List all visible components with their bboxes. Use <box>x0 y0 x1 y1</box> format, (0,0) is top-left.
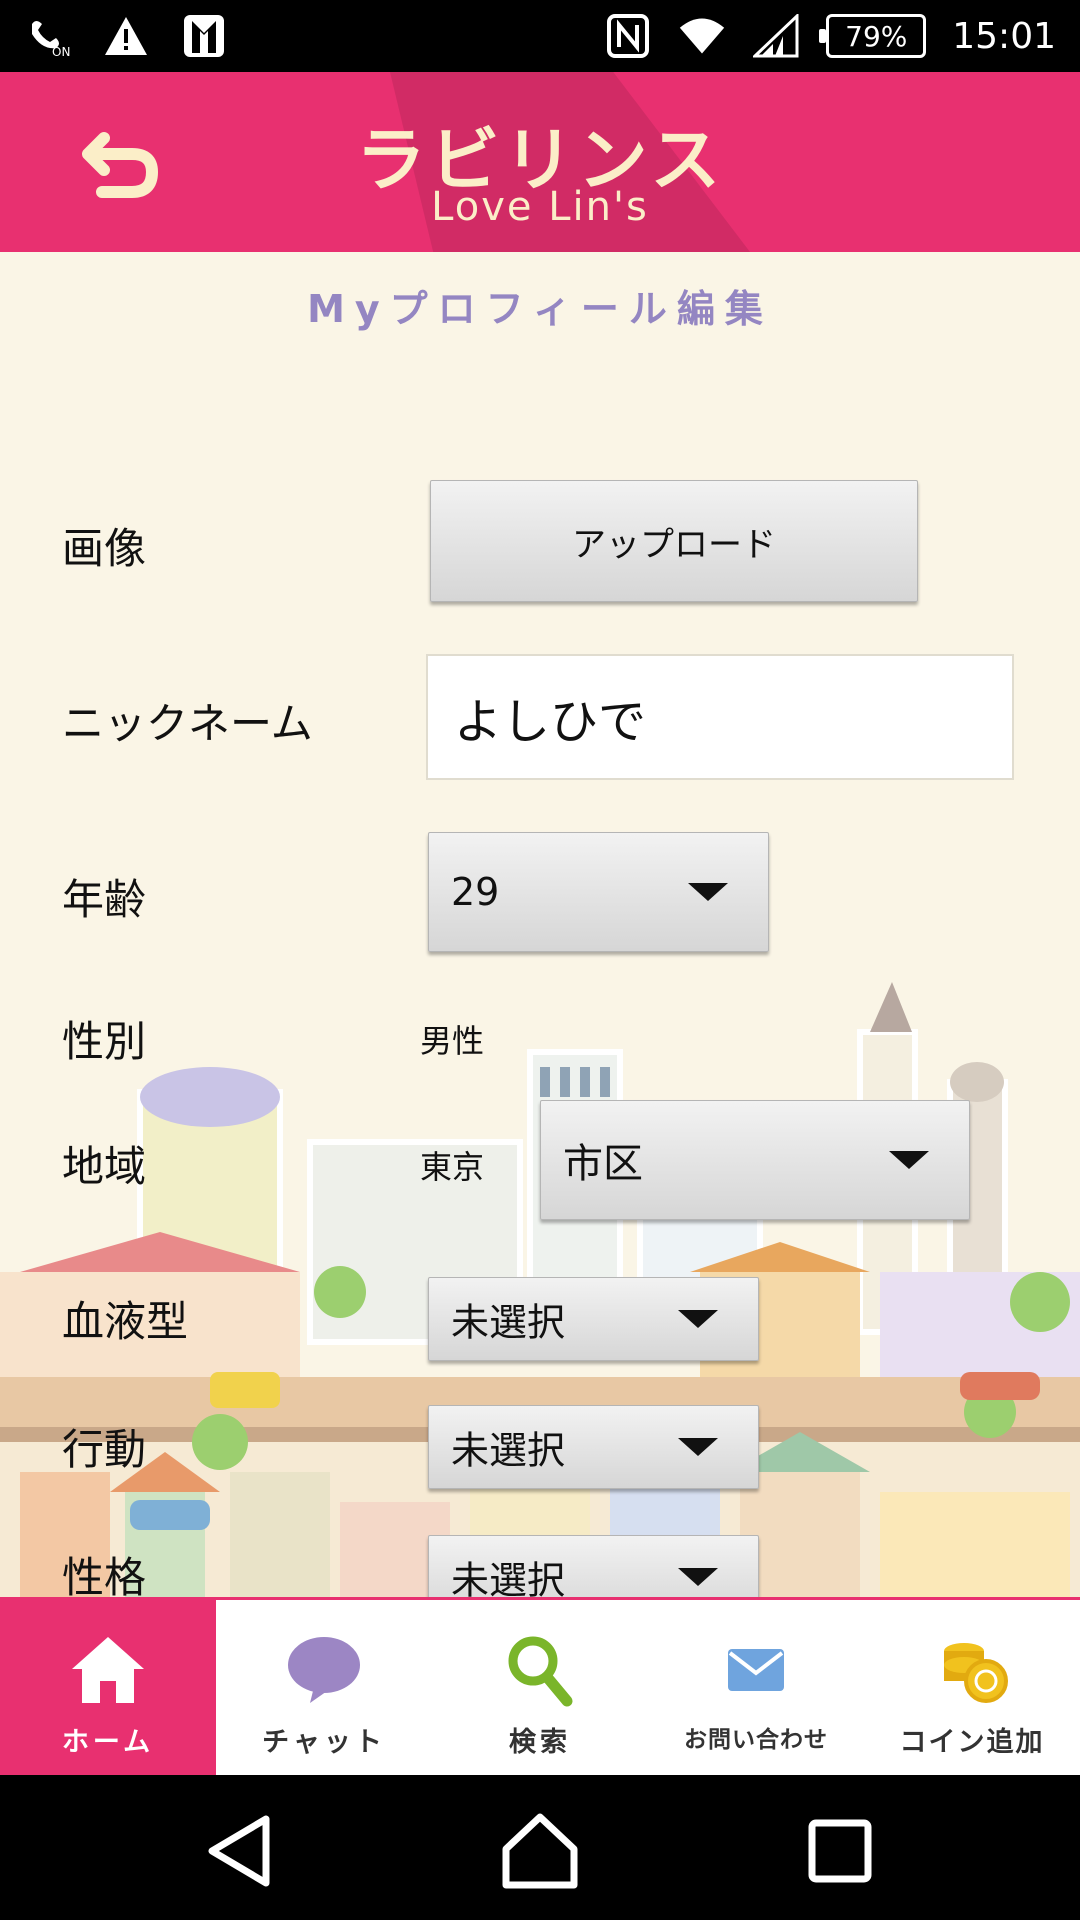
coins-icon <box>934 1630 1010 1710</box>
app-logo-en: Love Lin's <box>431 184 649 230</box>
svg-text:ON: ON <box>52 45 70 58</box>
recents-square-icon[interactable] <box>800 1811 880 1891</box>
blood-type-label: 血液型 <box>62 1297 189 1346</box>
nfc-on-icon: ON <box>24 12 72 60</box>
image-label: 画像 <box>62 524 147 573</box>
mail-icon <box>726 1630 786 1710</box>
nav-add-coins[interactable]: コイン追加 <box>864 1600 1080 1775</box>
search-icon <box>505 1630 575 1710</box>
battery-level: 79% <box>845 19 908 53</box>
upload-button[interactable]: アップロード <box>430 480 918 602</box>
nav-label: ホーム <box>61 1727 155 1758</box>
nav-search[interactable]: 検索 <box>432 1600 648 1775</box>
profile-edit-content: Myプロフィール編集 画像 アップロード ニックネーム よしひで 年齢 29 性… <box>0 252 1080 1597</box>
chevron-down-icon <box>678 1438 718 1456</box>
region-prefecture: 東京 <box>420 1148 485 1186</box>
wifi-icon <box>678 12 726 60</box>
chat-bubble-icon <box>284 1630 364 1710</box>
app-header: ラビリンス Love Lin's <box>0 72 1080 252</box>
page-title: Myプロフィール編集 <box>307 287 773 331</box>
warning-icon <box>102 12 150 60</box>
personality-label: 性格 <box>62 1553 147 1597</box>
gender-value: 男性 <box>420 1022 485 1060</box>
nav-label: 検索 <box>509 1727 571 1758</box>
nfc-icon <box>604 12 652 60</box>
chevron-down-icon <box>678 1310 718 1328</box>
nav-label: お問い合わせ <box>684 1727 828 1753</box>
home-outline-icon[interactable] <box>500 1811 580 1891</box>
status-bar: ON 79% 15:01 <box>0 0 1080 72</box>
behavior-value: 未選択 <box>451 1428 566 1473</box>
region-label: 地域 <box>62 1142 147 1191</box>
chevron-down-icon <box>688 883 728 901</box>
blood-type-select[interactable]: 未選択 <box>428 1277 759 1361</box>
nav-label: チャット <box>262 1727 386 1758</box>
age-select-value: 29 <box>451 870 500 914</box>
tuxedo-icon <box>180 12 228 60</box>
back-triangle-icon[interactable] <box>200 1811 280 1891</box>
nav-home[interactable]: ホーム <box>0 1600 216 1775</box>
behavior-label: 行動 <box>62 1425 147 1474</box>
behavior-select[interactable]: 未選択 <box>428 1405 759 1489</box>
city-select-value: 市区 <box>563 1141 643 1187</box>
age-label: 年齢 <box>62 875 147 924</box>
system-nav-bar <box>0 1775 1080 1920</box>
gender-label: 性別 <box>62 1017 147 1066</box>
nickname-value: よしひで <box>454 694 647 750</box>
bottom-nav: ホーム チャット 検索 お問い合わせ コイン追加 <box>0 1597 1080 1775</box>
city-select[interactable]: 市区 <box>540 1100 970 1220</box>
chevron-down-icon <box>678 1568 718 1586</box>
age-select[interactable]: 29 <box>428 832 769 952</box>
signal-icon <box>752 12 800 60</box>
nickname-field[interactable]: よしひで <box>426 654 1014 780</box>
nav-chat[interactable]: チャット <box>216 1600 432 1775</box>
clock: 15:01 <box>952 15 1056 57</box>
nickname-label: ニックネーム <box>62 699 313 748</box>
battery-indicator: 79% <box>819 14 927 58</box>
blood-type-value: 未選択 <box>451 1300 566 1345</box>
personality-value: 未選択 <box>451 1558 566 1598</box>
nav-label: コイン追加 <box>899 1727 1045 1758</box>
home-icon <box>68 1630 148 1710</box>
nav-contact[interactable]: お問い合わせ <box>648 1600 864 1775</box>
chevron-down-icon <box>889 1151 929 1169</box>
personality-select[interactable]: 未選択 <box>428 1535 759 1597</box>
